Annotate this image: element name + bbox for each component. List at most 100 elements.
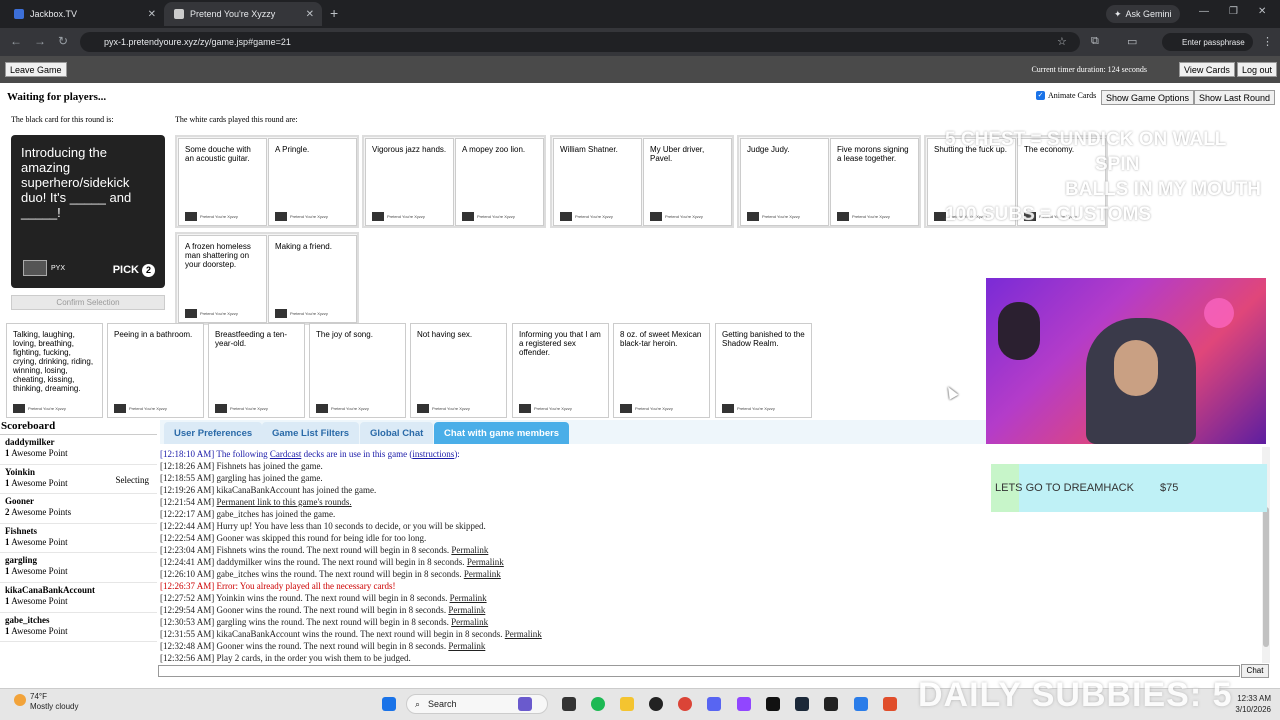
played-group[interactable]: Judge Judy. Pretend You're Xyzzy Five mor… xyxy=(737,135,921,228)
hand-card[interactable]: Talking, laughing, loving, breathing, fi… xyxy=(6,323,103,418)
log-out-button[interactable]: Log out xyxy=(1237,62,1278,77)
hand-card[interactable]: The joy of song. Pretend You're Xyzzy xyxy=(309,323,406,418)
timestamp: [12:18:26 AM] xyxy=(160,461,215,471)
permalink[interactable]: Permalink xyxy=(467,557,504,567)
chat-line: [12:29:54 AM] Gooner wins the round. The… xyxy=(160,604,1260,616)
confirm-selection-button[interactable]: Confirm Selection xyxy=(11,295,165,310)
white-card[interactable]: William Shatner. Pretend You're Xyzzy xyxy=(553,138,642,226)
show-last-round-button[interactable]: Show Last Round xyxy=(1194,90,1276,105)
twitch-icon[interactable] xyxy=(737,697,751,711)
hand-card[interactable]: Peeing in a bathroom. Pretend You're Xyzz… xyxy=(107,323,204,418)
tab-game-list-filters[interactable]: Game List Filters xyxy=(262,422,360,444)
leave-game-button[interactable]: Leave Game xyxy=(5,62,67,77)
player-row: Fishnets 1 Awesome Point xyxy=(0,524,157,554)
permalink[interactable]: Permalink xyxy=(448,641,485,651)
hand-card[interactable]: Informing you that I am a registered sex… xyxy=(512,323,609,418)
back-icon[interactable]: ← xyxy=(10,34,22,48)
obs-icon[interactable] xyxy=(649,697,663,711)
reload-icon[interactable]: ↻ xyxy=(58,34,68,48)
black-card-caption: The black card for this round is: xyxy=(11,115,114,124)
white-card[interactable]: Making a friend. Pretend You're Xyzzy xyxy=(268,235,357,323)
timestamp: [12:29:54 AM] xyxy=(160,605,215,615)
played-group[interactable]: Vigorous jazz hands. Pretend You're Xyzzy… xyxy=(362,135,546,228)
app-icon[interactable] xyxy=(854,697,868,711)
white-card[interactable]: A frozen homeless man shattering on your… xyxy=(178,235,267,323)
temperature: 74°F xyxy=(30,692,47,701)
permalink[interactable]: Permalink xyxy=(451,545,488,555)
streamdeck-icon[interactable] xyxy=(824,697,838,711)
hand-card[interactable]: Getting banished to the Shadow Realm. Pre… xyxy=(715,323,812,418)
chat-send-button[interactable]: Chat xyxy=(1241,664,1269,678)
file-explorer-icon[interactable] xyxy=(620,697,634,711)
chat-text: Gooner wins the round. The next round wi… xyxy=(214,605,449,615)
tab-global-chat[interactable]: Global Chat xyxy=(360,422,434,444)
permalink[interactable]: Permalink xyxy=(451,617,488,627)
close-window-icon[interactable]: ✕ xyxy=(1258,6,1266,17)
instructions-link[interactable]: instructions xyxy=(412,449,454,459)
scrollbar-thumb[interactable] xyxy=(1263,507,1269,647)
permalink[interactable]: Permalink xyxy=(464,569,501,579)
forward-icon[interactable]: → xyxy=(34,34,46,48)
permalink[interactable]: Permalink xyxy=(448,605,485,615)
played-group[interactable]: William Shatner. Pretend You're Xyzzy My … xyxy=(550,135,734,228)
donation-message: LETS GO TO DREAMHACK xyxy=(995,482,1134,494)
close-tab-icon[interactable]: ✕ xyxy=(306,9,314,20)
hand-card[interactable]: Not having sex. Pretend You're Xyzzy xyxy=(410,323,507,418)
system-clock[interactable]: 12:33 AM 3/10/2026 xyxy=(1225,693,1271,715)
windows-start-icon[interactable] xyxy=(382,697,396,711)
cardcast-link[interactable]: Cardcast xyxy=(270,449,302,459)
card-text: 8 oz. of sweet Mexican black-tar heroin. xyxy=(620,330,702,348)
timestamp: [12:22:17 AM] xyxy=(160,509,215,519)
played-group[interactable]: A frozen homeless man shattering on your… xyxy=(175,232,359,325)
minimize-icon[interactable]: — xyxy=(1199,6,1209,17)
white-card[interactable]: Vigorous jazz hands. Pretend You're Xyzzy xyxy=(365,138,454,226)
tab-label: Jackbox.TV xyxy=(30,9,78,19)
steam-icon[interactable] xyxy=(795,697,809,711)
maximize-icon[interactable]: ❐ xyxy=(1229,6,1238,17)
card-text: Making a friend. xyxy=(275,242,332,251)
white-card[interactable]: Some douche with an acoustic guitar. Pret… xyxy=(178,138,267,226)
daily-subbies-overlay: DAILY SUBBIES: 5 xyxy=(918,676,1233,714)
permalink[interactable]: Permalink xyxy=(450,593,487,603)
tab-jackbox[interactable]: Jackbox.TV ✕ xyxy=(4,2,164,26)
ask-gemini-button[interactable]: ✦ Ask Gemini xyxy=(1106,5,1180,23)
white-card[interactable]: A Pringle. Pretend You're Xyzzy xyxy=(268,138,357,226)
new-tab-icon[interactable]: + xyxy=(330,5,338,21)
tab-user-preferences[interactable]: User Preferences xyxy=(164,422,263,444)
bookmark-star-icon[interactable]: ☆ xyxy=(1057,35,1067,48)
hand-card[interactable]: 8 oz. of sweet Mexican black-tar heroin.… xyxy=(613,323,710,418)
chatgpt-icon[interactable] xyxy=(766,697,780,711)
white-cards-caption: The white cards played this round are: xyxy=(175,115,298,124)
weather-widget[interactable]: 74°F Mostly cloudy xyxy=(14,692,78,712)
maps-icon[interactable] xyxy=(883,697,897,711)
copilot-icon[interactable] xyxy=(518,697,532,711)
show-game-options-button[interactable]: Show Game Options xyxy=(1101,90,1195,105)
chrome-icon[interactable] xyxy=(678,697,692,711)
played-group[interactable]: Some douche with an acoustic guitar. Pret… xyxy=(175,135,359,228)
app-icon[interactable] xyxy=(562,697,576,711)
white-card[interactable]: Five morons signing a lease together. Pre… xyxy=(830,138,919,226)
passphrase-button[interactable]: Enter passphrase xyxy=(1162,33,1253,51)
hand-card[interactable]: Breastfeeding a ten-year-old. Pretend You… xyxy=(208,323,305,418)
animate-cards-checkbox[interactable]: ✓ Animate Cards xyxy=(1036,91,1096,100)
menu-kebab-icon[interactable]: ⋮ xyxy=(1262,35,1273,48)
discord-icon[interactable] xyxy=(707,697,721,711)
tab-chat-with-game-members[interactable]: Chat with game members xyxy=(434,422,570,444)
points-label: Awesome Points xyxy=(11,507,72,518)
white-card[interactable]: My Uber driver, Pavel. Pretend You're Xyz… xyxy=(643,138,732,226)
spotify-icon[interactable] xyxy=(591,697,605,711)
card-text: Peeing in a bathroom. xyxy=(114,330,193,339)
extensions-icon[interactable]: ⧉ xyxy=(1091,35,1099,48)
tab-pyx[interactable]: Pretend You're Xyzzy ✕ xyxy=(164,2,322,26)
white-card[interactable]: A mopey zoo lion. Pretend You're Xyzzy xyxy=(455,138,544,226)
permalink[interactable]: Permalink xyxy=(505,629,542,639)
view-cards-button[interactable]: View Cards xyxy=(1179,62,1235,77)
permanent-link[interactable]: Permanent link to this game's rounds. xyxy=(217,497,352,507)
card-brand: Pretend You're Xyzzy xyxy=(620,404,673,413)
url-field[interactable]: pyx-1.pretendyoure.xyz/zy/game.jsp#game=… xyxy=(80,32,1080,52)
cast-icon[interactable]: ▭ xyxy=(1127,35,1137,48)
card-text: Some douche with an acoustic guitar. xyxy=(185,145,251,163)
close-tab-icon[interactable]: ✕ xyxy=(148,9,156,20)
white-card[interactable]: Judge Judy. Pretend You're Xyzzy xyxy=(740,138,829,226)
card-text: Getting banished to the Shadow Realm. xyxy=(722,330,805,348)
